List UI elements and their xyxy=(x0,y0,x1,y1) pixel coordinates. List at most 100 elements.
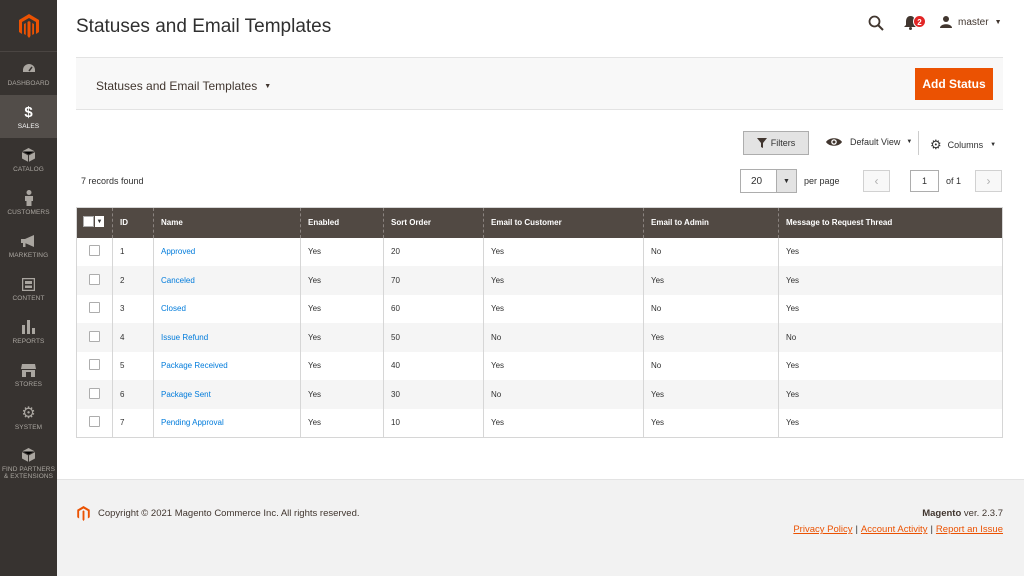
cell-id: 2 xyxy=(112,266,154,295)
row-checkbox[interactable] xyxy=(89,387,100,399)
mass-action-header[interactable]: ▼ xyxy=(76,207,113,238)
cell-sort-order: 20 xyxy=(383,237,484,266)
account-activity-link[interactable]: Account Activity xyxy=(861,524,928,535)
table-row[interactable]: 7 Pending Approval Yes 10 Yes Yes Yes xyxy=(76,408,1003,437)
columns-control[interactable]: ⚙ Columns ▼ xyxy=(930,137,996,153)
row-checkbox[interactable] xyxy=(89,330,100,342)
column-header-id[interactable]: ID xyxy=(112,207,154,238)
sidebar-item-sales[interactable]: $ Sales xyxy=(0,95,57,138)
row-checkbox[interactable] xyxy=(89,273,100,285)
cell-name[interactable]: Closed xyxy=(153,294,301,323)
sidebar-item-label: Marketing xyxy=(8,252,49,259)
cell-enabled: Yes xyxy=(300,408,384,437)
filters-button[interactable]: Filters xyxy=(743,131,809,155)
copyright-text: Copyright © 2021 Magento Commerce Inc. A… xyxy=(98,508,360,519)
sidebar-item-customers[interactable]: Customers xyxy=(0,181,57,224)
cell-name[interactable]: Approved xyxy=(153,237,301,266)
sidebar-item-label: Dashboard xyxy=(7,80,50,87)
sidebar-item-label: Customers xyxy=(7,209,50,216)
column-header-email-admin[interactable]: Email to Admin xyxy=(643,207,779,238)
row-checkbox-cell[interactable] xyxy=(76,408,113,437)
admin-sidebar: Dashboard $ Sales Catalog Customers Mark… xyxy=(0,0,57,576)
row-checkbox-cell[interactable] xyxy=(76,380,113,409)
table-row[interactable]: 1 Approved Yes 20 Yes No Yes xyxy=(76,237,1003,266)
report-issue-link[interactable]: Report an Issue xyxy=(936,524,1003,535)
column-header-message-thread[interactable]: Message to Request Thread xyxy=(778,207,1003,238)
table-row[interactable]: 3 Closed Yes 60 Yes No Yes xyxy=(76,294,1003,323)
cell-name[interactable]: Package Sent xyxy=(153,380,301,409)
row-checkbox[interactable] xyxy=(89,302,100,314)
row-checkbox[interactable] xyxy=(89,359,100,371)
sidebar-item-reports[interactable]: Reports xyxy=(0,310,57,353)
row-checkbox-cell[interactable] xyxy=(76,351,113,380)
row-checkbox-cell[interactable] xyxy=(76,294,113,323)
row-checkbox[interactable] xyxy=(89,245,100,257)
add-status-button[interactable]: Add Status xyxy=(915,68,993,100)
table-row[interactable]: 5 Package Received Yes 40 Yes No Yes xyxy=(76,351,1003,380)
sidebar-item-marketing[interactable]: Marketing xyxy=(0,224,57,267)
funnel-icon xyxy=(756,138,767,148)
sidebar-item-system[interactable]: ⚙ System xyxy=(0,396,57,439)
records-found: 7 records found xyxy=(81,176,144,186)
copyright: Copyright © 2021 Magento Commerce Inc. A… xyxy=(77,506,360,521)
page-number-input[interactable]: 1 xyxy=(910,170,939,192)
column-header-sort-order[interactable]: Sort Order xyxy=(383,207,484,238)
row-checkbox[interactable] xyxy=(89,416,100,427)
checkbox[interactable] xyxy=(83,216,94,228)
sidebar-item-catalog[interactable]: Catalog xyxy=(0,138,57,181)
filters-label: Filters xyxy=(770,138,796,148)
cell-enabled: Yes xyxy=(300,266,384,295)
row-checkbox-cell[interactable] xyxy=(76,323,113,352)
table-row[interactable]: 4 Issue Refund Yes 50 No Yes No xyxy=(76,323,1003,352)
mass-select[interactable]: ▼ xyxy=(83,216,104,228)
cell-id: 7 xyxy=(112,408,154,437)
cell-enabled: Yes xyxy=(300,237,384,266)
store-switcher[interactable]: Statuses and Email Templates ▼ xyxy=(96,79,271,93)
sidebar-item-label: Reports xyxy=(12,338,45,345)
sidebar-item-stores[interactable]: Stores xyxy=(0,353,57,396)
column-header-enabled[interactable]: Enabled xyxy=(300,207,384,238)
table-row[interactable]: 2 Canceled Yes 70 Yes Yes Yes xyxy=(76,266,1003,295)
per-page-select[interactable]: 20 ▼ xyxy=(740,169,797,193)
chevron-down-icon: ▼ xyxy=(994,18,1002,26)
cell-enabled: Yes xyxy=(300,294,384,323)
cell-name[interactable]: Package Received xyxy=(153,351,301,380)
cell-name[interactable]: Issue Refund xyxy=(153,323,301,352)
sidebar-item-partners[interactable]: Find Partners & Extensions xyxy=(0,439,57,487)
next-page-button[interactable]: › xyxy=(975,170,1002,192)
chevron-down-icon: ▼ xyxy=(990,142,997,148)
dashboard-icon xyxy=(22,60,36,78)
person-icon xyxy=(24,189,34,207)
search-icon[interactable] xyxy=(868,15,884,36)
username: master xyxy=(958,16,989,28)
page-footer: Copyright © 2021 Magento Commerce Inc. A… xyxy=(57,479,1024,576)
divider xyxy=(918,131,919,155)
prev-page-button[interactable]: ‹ xyxy=(863,170,890,192)
sidebar-item-dashboard[interactable]: Dashboard xyxy=(0,52,57,95)
sidebar-item-content[interactable]: Content xyxy=(0,267,57,310)
chevron-down-icon[interactable]: ▼ xyxy=(95,216,104,228)
chevron-left-icon: ‹ xyxy=(874,174,879,188)
view-switcher[interactable]: Default View ▼ xyxy=(826,137,912,147)
row-checkbox-cell[interactable] xyxy=(76,237,113,266)
cell-id: 6 xyxy=(112,380,154,409)
user-menu[interactable]: master ▼ xyxy=(940,16,1002,28)
table-row[interactable]: 6 Package Sent Yes 30 No Yes Yes xyxy=(76,380,1003,409)
privacy-policy-link[interactable]: Privacy Policy xyxy=(793,524,852,535)
notifications-badge[interactable]: 2 xyxy=(913,15,926,28)
magento-logo-icon xyxy=(77,506,90,521)
cell-sort-order: 70 xyxy=(383,266,484,295)
column-header-email-customer[interactable]: Email to Customer xyxy=(483,207,644,238)
column-header-name[interactable]: Name xyxy=(153,207,301,238)
cell-email-admin: No xyxy=(643,237,779,266)
cell-name[interactable]: Pending Approval xyxy=(153,408,301,437)
row-checkbox-cell[interactable] xyxy=(76,266,113,295)
cell-email-customer: No xyxy=(483,323,644,352)
magento-logo[interactable] xyxy=(0,0,57,52)
chevron-down-icon[interactable]: ▼ xyxy=(776,170,796,192)
cell-message-thread: No xyxy=(778,323,1003,352)
eye-icon xyxy=(826,138,842,146)
cell-sort-order: 10 xyxy=(383,408,484,437)
cell-name[interactable]: Canceled xyxy=(153,266,301,295)
version-text: ver. 2.3.7 xyxy=(961,508,1003,519)
